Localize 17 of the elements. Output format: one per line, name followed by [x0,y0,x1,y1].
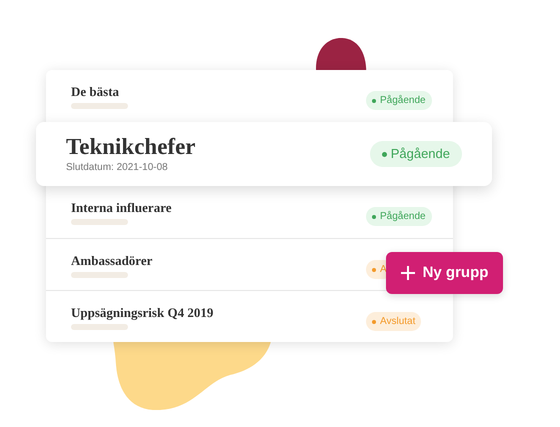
status-badge: Pågående [366,207,432,226]
status-badge: Pågående [366,91,432,110]
group-name[interactable]: Ambassadörer [71,253,152,268]
plus-icon [400,266,415,280]
group-name[interactable]: De bästa [71,84,128,99]
group-name: Teknikchefer [66,134,196,160]
group-row[interactable]: Teknikchefer Slutdatum: 2021-10-08 Pågående [36,122,492,186]
placeholder-bar [71,324,128,330]
end-date: Slutdatum: 2021-10-08 [66,160,169,174]
new-group-button[interactable]: Ny grupp [386,252,503,294]
placeholder-bar [71,272,128,278]
group-name[interactable]: Uppsägningsrisk Q4 2019 [71,305,214,320]
group-name[interactable]: Interna influerare [71,200,172,215]
status-badge: Avslutat [366,312,422,331]
placeholder-bar [71,219,128,225]
placeholder-bar [71,103,128,109]
status-badge: Pågående [370,141,462,167]
